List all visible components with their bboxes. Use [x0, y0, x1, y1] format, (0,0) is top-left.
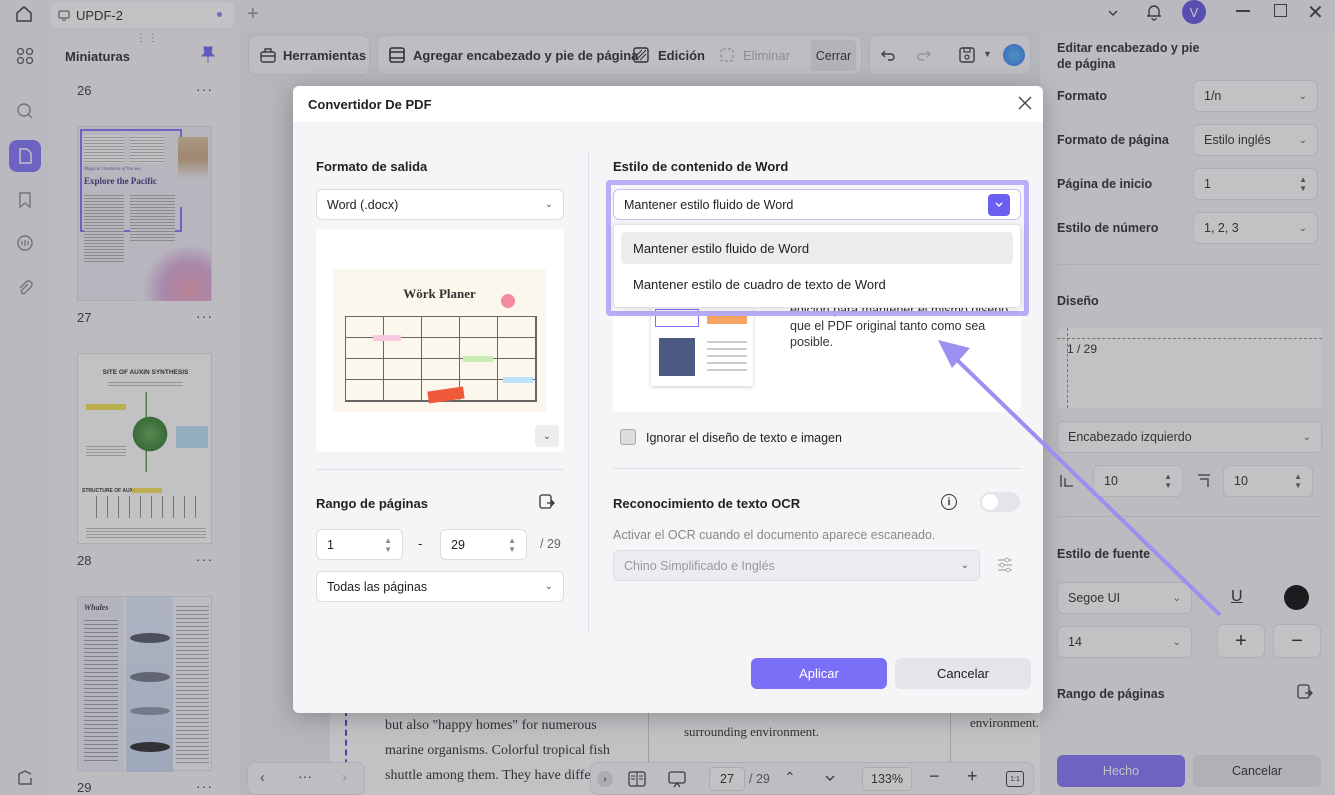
range-to-stepper[interactable]: 29 ▲ ▼: [440, 529, 527, 560]
word-style-dropdown-menu: Mantener estilo fluido de Word Mantener …: [613, 224, 1021, 308]
illustration-building: [659, 338, 695, 376]
ignore-layout-label: Ignorar el diseño de texto e imagen: [646, 431, 842, 445]
range-to-value: 29: [451, 537, 465, 552]
annotation-arrow: [938, 340, 1222, 617]
dialog-title: Convertidor De PDF: [308, 97, 432, 112]
chevron-down-icon: ⌄: [544, 581, 553, 592]
stepper-arrows-icon[interactable]: ▲ ▼: [384, 536, 392, 554]
range-option-value: Todas las páginas: [327, 579, 428, 594]
style-illustration: [651, 306, 753, 386]
divider: [316, 469, 564, 470]
page-range-icon[interactable]: [538, 493, 556, 511]
close-icon[interactable]: [1018, 96, 1032, 110]
range-from-stepper[interactable]: 1 ▲ ▼: [316, 529, 403, 560]
sticky-note: [463, 356, 493, 362]
sticky-note: [373, 335, 401, 341]
range-option-select[interactable]: Todas las páginas ⌄: [316, 571, 564, 602]
output-format-label: Formato de salida: [316, 159, 428, 174]
apply-button[interactable]: Aplicar: [751, 658, 887, 689]
ocr-language-value: Chino Simplificado e Inglés: [624, 558, 775, 573]
output-format-select[interactable]: Word (.docx) ⌄: [316, 189, 564, 220]
flower-decoration: [501, 294, 515, 308]
range-dash: -: [418, 536, 423, 551]
preview-image: Wörk Planer: [333, 269, 546, 412]
ocr-hint: Activar el OCR cuando el documento apare…: [613, 528, 936, 542]
chevron-down-icon: ⌄: [542, 430, 552, 442]
cancel-button[interactable]: Cancelar: [895, 658, 1031, 689]
stepper-arrows-icon[interactable]: ▲ ▼: [508, 536, 516, 554]
illustration-text: [707, 336, 747, 376]
word-style-value: Mantener estilo fluido de Word: [624, 197, 794, 212]
word-style-select[interactable]: Mantener estilo fluido de Word: [613, 189, 1021, 220]
column-divider: [588, 152, 589, 632]
range-from-value: 1: [327, 537, 334, 552]
expand-preview-button[interactable]: ⌄: [535, 425, 559, 447]
word-style-label: Estilo de contenido de Word: [613, 159, 789, 174]
ignore-layout-checkbox[interactable]: [620, 429, 636, 445]
ocr-label: Reconocimiento de texto OCR: [613, 496, 801, 511]
output-format-value: Word (.docx): [327, 197, 399, 212]
word-style-option[interactable]: Mantener estilo fluido de Word: [621, 232, 1013, 264]
range-total: / 29: [540, 537, 561, 551]
chevron-down-icon: ⌄: [544, 199, 553, 210]
chevron-down-icon: [988, 193, 1010, 216]
format-preview: Wörk Planer ⌄: [316, 229, 564, 452]
page-range-label: Rango de páginas: [316, 496, 428, 511]
word-style-option[interactable]: Mantener estilo de cuadro de texto de Wo…: [621, 268, 1013, 300]
ocr-language-select[interactable]: Chino Simplificado e Inglés ⌄: [613, 550, 980, 581]
sticky-note: [503, 377, 533, 383]
